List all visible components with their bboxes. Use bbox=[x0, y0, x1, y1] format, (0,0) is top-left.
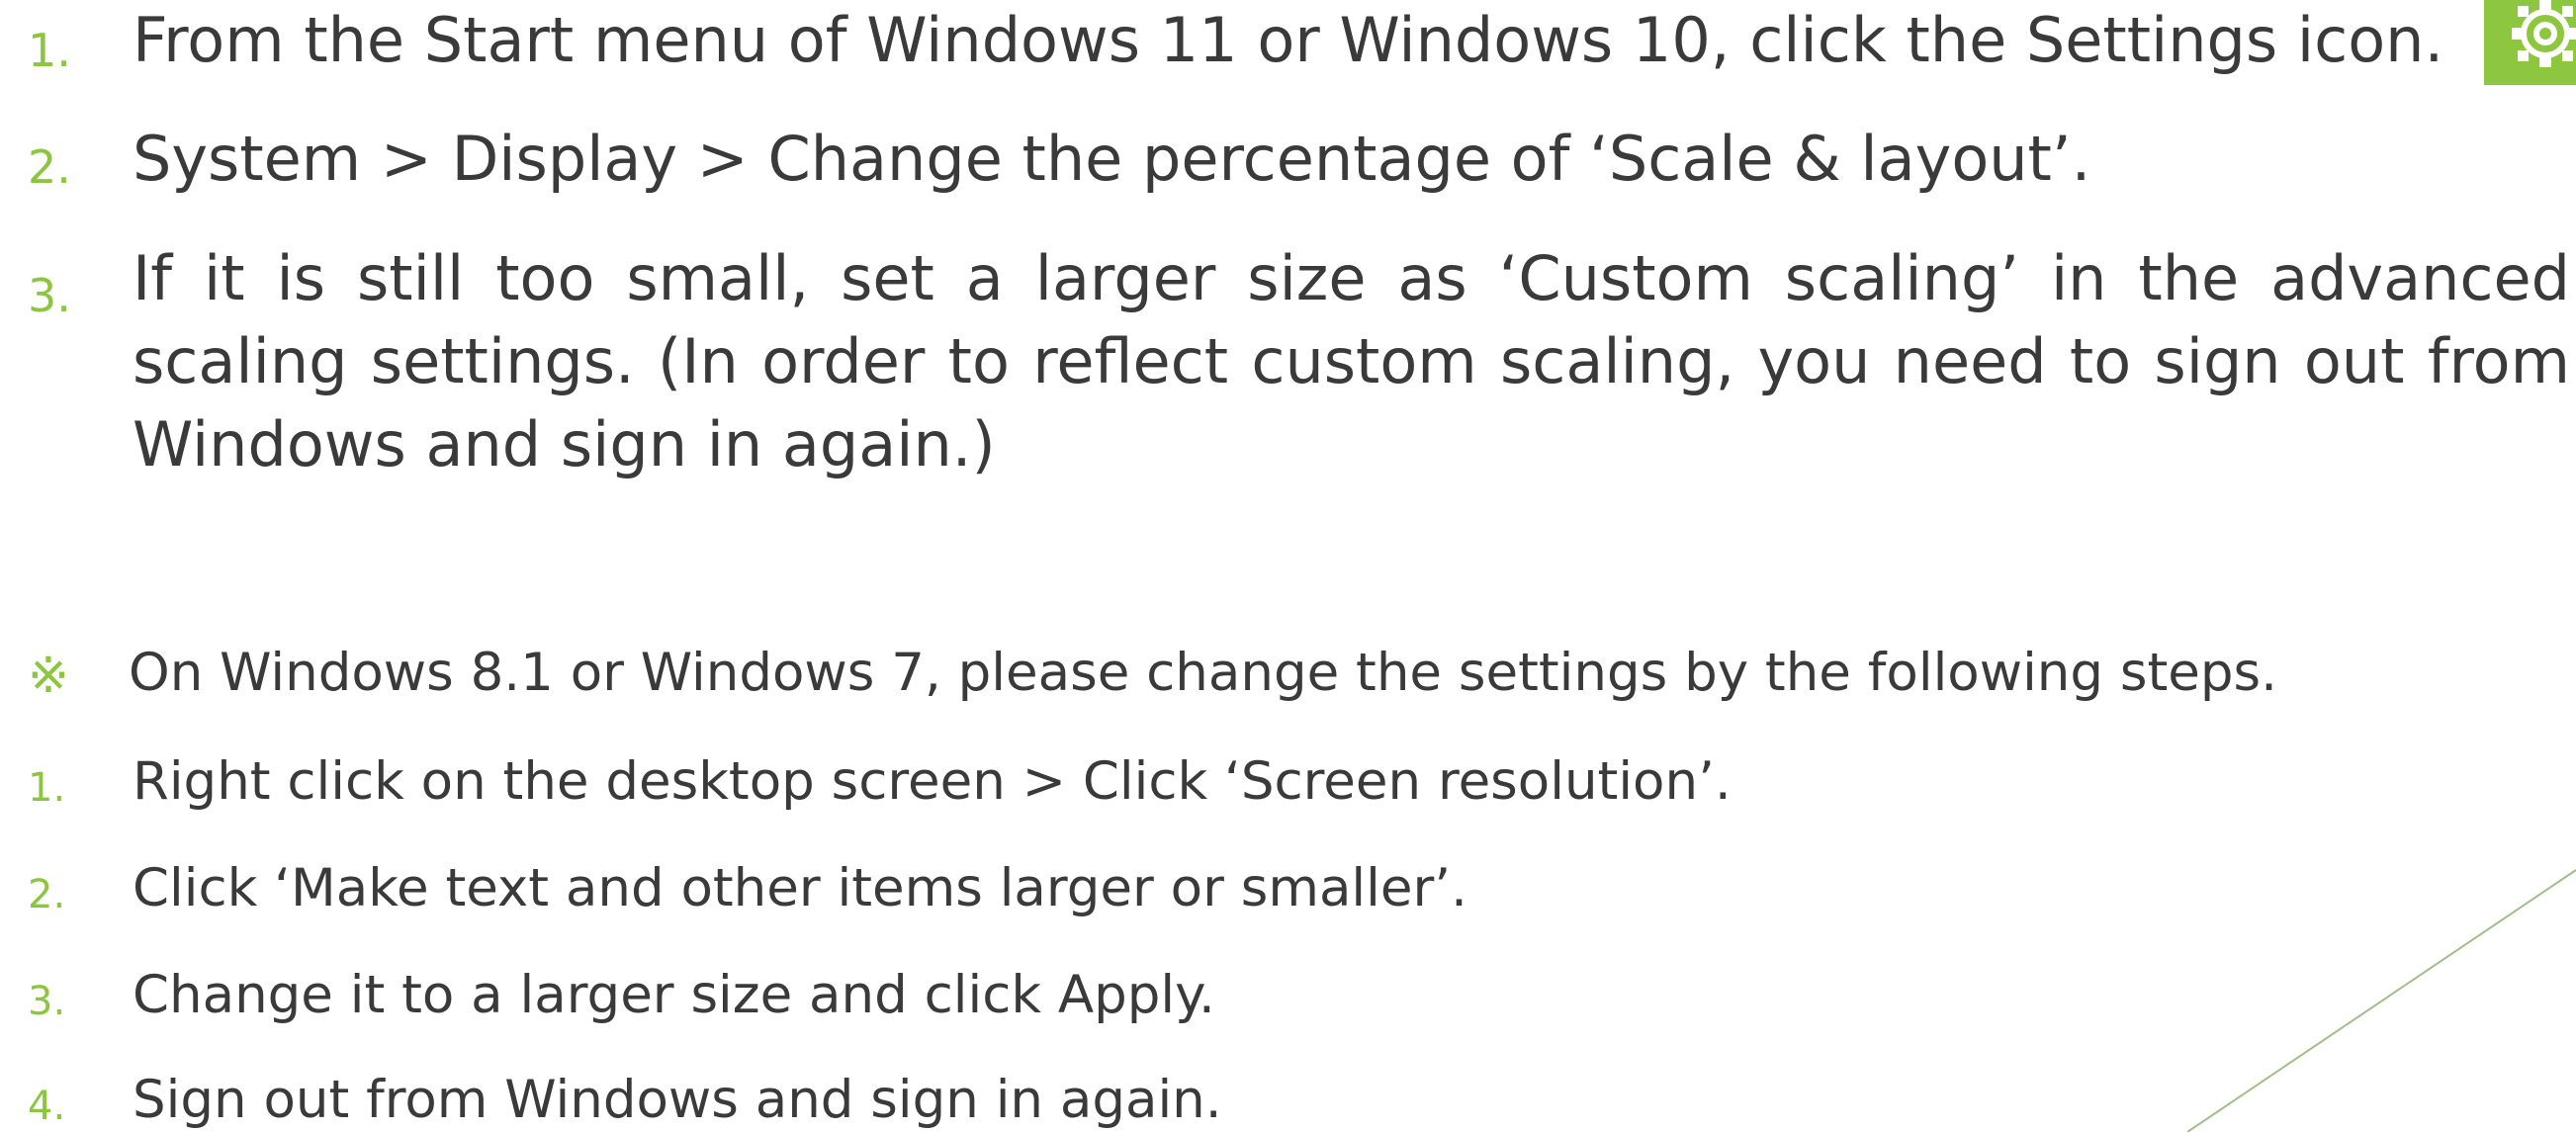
step-text: From the Start menu of Windows 11 or Win… bbox=[133, 4, 2444, 76]
step-number: 4. bbox=[28, 1084, 66, 1129]
step-number: 3. bbox=[28, 269, 71, 322]
step-text: If it is still too small, set a larger s… bbox=[133, 242, 2570, 480]
step-text: Click ‘Make text and other items larger … bbox=[133, 858, 1467, 918]
step-text: Sign out from Windows and sign in again. bbox=[133, 1070, 1222, 1130]
step-text: Change it to a larger size and click App… bbox=[133, 965, 1215, 1025]
step-text: Right click on the desktop screen > Clic… bbox=[133, 751, 1732, 812]
step-number: 1. bbox=[28, 24, 71, 77]
note-text: On Windows 8.1 or Windows 7, please chan… bbox=[129, 643, 2277, 703]
gear-icon bbox=[2512, 0, 2576, 67]
settings-gear-icon bbox=[2484, 0, 2576, 85]
step-number: 1. bbox=[28, 765, 66, 811]
step-text: System > Display > Change the percentage… bbox=[133, 123, 2091, 195]
step-number: 2. bbox=[28, 140, 71, 194]
step-number: 2. bbox=[28, 872, 66, 917]
note-symbol-icon: ※ bbox=[28, 647, 69, 704]
step-number: 3. bbox=[28, 979, 66, 1024]
